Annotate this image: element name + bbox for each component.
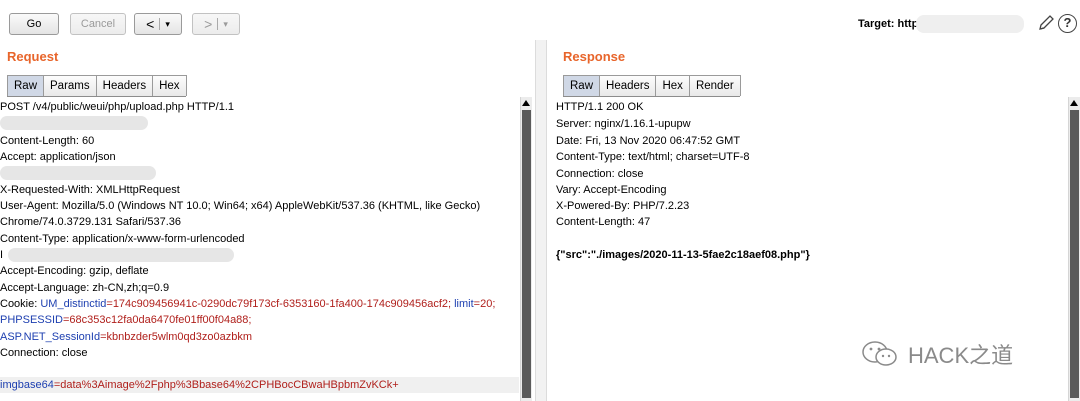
scroll-up-icon[interactable] [1070, 100, 1078, 106]
header-line: Server: nginx/1.16.1-upupw [556, 118, 691, 130]
body-key: imgbase64 [0, 379, 54, 391]
header-line: User-Agent: Mozilla/5.0 (Windows NT 10.0… [0, 200, 481, 212]
header-line: Accept: application/json [0, 151, 116, 163]
cookie-value: =kbnbzder5wlm0qd3zo0azbkm [100, 331, 253, 343]
tab-hex[interactable]: Hex [152, 75, 187, 96]
cookie-key: UM_distinctid [40, 298, 107, 310]
response-tabs: Raw Headers Hex Render [563, 75, 741, 97]
redacted-host-line [0, 116, 148, 130]
header-line: I [0, 249, 4, 261]
tab-raw[interactable]: Raw [563, 75, 601, 96]
body-line: imgbase64=data%3Aimage%2Fphp%3Bbase64%2C… [0, 377, 519, 393]
separator [159, 18, 161, 30]
header-line: Content-Length: 60 [0, 135, 95, 147]
chevron-down-icon[interactable]: ▾ [223, 14, 228, 34]
redacted-header-line [0, 166, 156, 180]
header-line: Chrome/74.0.3729.131 Safari/537.36 [0, 216, 182, 228]
cookie-value: =174c909456941c-0290dc79f173cf-6353160-1… [106, 298, 455, 310]
tab-raw[interactable]: Raw [7, 75, 45, 96]
cookie-value: =68c353c12fa0da6470fe01ff00f04a88; [62, 314, 252, 326]
header-line: Date: Fri, 13 Nov 2020 06:47:52 GMT [556, 135, 741, 147]
scroll-thumb[interactable] [522, 110, 531, 398]
header-line: Content-Type: application/x-www-form-url… [0, 233, 245, 245]
redacted-host [916, 15, 1024, 33]
back-arrow-icon: < [146, 16, 155, 32]
response-title: Response [563, 49, 626, 64]
header-line: Content-Length: 47 [556, 216, 651, 228]
header-line: X-Powered-By: PHP/7.2.23 [556, 200, 690, 212]
wechat-icon [862, 341, 897, 366]
request-scrollbar[interactable] [520, 97, 532, 401]
go-button[interactable]: Go [9, 13, 59, 35]
redacted-header-line [8, 248, 234, 262]
cookie-key: PHPSESSID [0, 314, 63, 326]
cancel-button[interactable]: Cancel [70, 13, 126, 35]
cookie-value: =20; [473, 298, 496, 310]
header-line: Accept-Language: zh-CN,zh;q=0.9 [0, 282, 170, 294]
header-line: Accept-Encoding: gzip, deflate [0, 265, 149, 277]
request-line: POST /v4/public/weui/php/upload.php HTTP… [0, 101, 234, 113]
forward-arrow-icon: > [204, 16, 213, 32]
split-divider[interactable] [535, 40, 547, 401]
cookie-line: PHPSESSID=68c353c12fa0da6470fe01ff00f04a… [0, 312, 251, 328]
chevron-down-icon[interactable]: ▾ [165, 14, 170, 34]
header-line: Content-Type: text/html; charset=UTF-8 [556, 151, 750, 163]
tab-headers[interactable]: Headers [95, 75, 154, 96]
pencil-icon[interactable] [1036, 13, 1056, 33]
tab-hex[interactable]: Hex [655, 75, 690, 96]
status-line: HTTP/1.1 200 OK [556, 101, 644, 113]
watermark: HACK之道 [860, 336, 1050, 372]
request-tabs: Raw Params Headers Hex [7, 75, 187, 97]
response-body: {"src":"./images/2020-11-13-5fae2c18aef0… [556, 249, 810, 261]
header-line: Connection: close [0, 347, 88, 359]
header-line: Connection: close [556, 168, 644, 180]
scroll-up-icon[interactable] [522, 100, 530, 106]
tab-params[interactable]: Params [43, 75, 97, 96]
back-button[interactable]: < ▾ [134, 13, 182, 35]
tab-render[interactable]: Render [688, 75, 741, 96]
tab-headers[interactable]: Headers [599, 75, 657, 96]
help-icon[interactable]: ? [1058, 14, 1077, 33]
cookie-line: Cookie: UM_distinctid=174c909456941c-029… [0, 296, 495, 312]
request-title: Request [7, 49, 59, 64]
header-line: X-Requested-With: XMLHttpRequest [0, 184, 180, 196]
scroll-thumb[interactable] [1070, 110, 1079, 398]
body-value: =data%3Aimage%2Fphp%3Bbase64%2CPHBocCBwa… [53, 379, 399, 391]
separator [217, 18, 219, 30]
target-label: Target: http [858, 18, 919, 30]
response-scrollbar[interactable] [1068, 97, 1080, 401]
request-editor[interactable]: POST /v4/public/weui/php/upload.php HTTP… [0, 97, 519, 401]
cookie-key: limit [454, 298, 474, 310]
forward-button[interactable]: > ▾ [192, 13, 240, 35]
watermark-text: HACK之道 [908, 343, 1014, 368]
header-line: Vary: Accept-Encoding [556, 184, 667, 196]
cookie-line: ASP.NET_SessionId=kbnbzder5wlm0qd3zo0azb… [0, 329, 252, 345]
cookie-label: Cookie: [0, 298, 41, 310]
cookie-key: ASP.NET_SessionId [0, 331, 101, 343]
